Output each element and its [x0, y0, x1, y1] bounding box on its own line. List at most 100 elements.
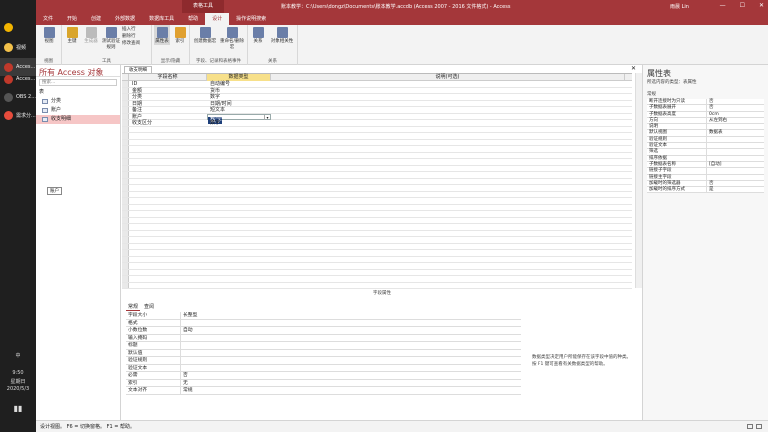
- modify-lookup-button[interactable]: 修改查阅: [122, 41, 152, 47]
- nav-search-input[interactable]: 搜索...: [39, 79, 117, 86]
- row-selector[interactable]: [122, 263, 129, 269]
- tray-time[interactable]: 9:50: [0, 370, 36, 376]
- property-sheet-value[interactable]: [707, 156, 709, 161]
- create-data-macro-button[interactable]: 创建数据宏: [192, 25, 218, 45]
- row-selector[interactable]: [122, 276, 129, 282]
- row-selector[interactable]: [122, 250, 129, 256]
- nav-table-item[interactable]: 收支明细: [36, 115, 120, 124]
- vertical-scrollbar[interactable]: [635, 73, 642, 288]
- property-sheet-value[interactable]: 是: [707, 187, 714, 192]
- property-sheet-value[interactable]: [自动]: [707, 162, 722, 167]
- property-row[interactable]: 小数位数 自动: [126, 327, 521, 335]
- property-sheet-tab-general[interactable]: 常规: [647, 91, 764, 97]
- property-row[interactable]: 索引无: [126, 379, 521, 387]
- nav-table-item[interactable]: 分类: [36, 97, 120, 106]
- row-selector[interactable]: [122, 282, 129, 288]
- row-selector[interactable]: [122, 256, 129, 262]
- property-sheet-row[interactable]: 加载时的排序方式是: [647, 187, 764, 194]
- property-row[interactable]: 字段大小 长整型: [126, 312, 521, 320]
- property-value[interactable]: 否: [181, 372, 188, 379]
- property-value[interactable]: [181, 357, 183, 364]
- notification-icon[interactable]: ▮▮: [0, 404, 36, 413]
- builder-button[interactable]: 生成器: [82, 25, 100, 45]
- property-sheet-value[interactable]: [707, 175, 709, 180]
- row-selector[interactable]: [122, 87, 129, 93]
- close-button[interactable]: ✕: [759, 2, 764, 9]
- tray-lang[interactable]: 中: [0, 352, 36, 359]
- datasheet-view-icon[interactable]: [747, 424, 753, 429]
- property-value[interactable]: 自动: [181, 327, 193, 334]
- row-selector[interactable]: [122, 224, 129, 230]
- property-sheet-value[interactable]: [707, 149, 709, 154]
- row-selector[interactable]: [122, 94, 129, 100]
- row-selector[interactable]: [122, 113, 129, 119]
- property-value[interactable]: [181, 350, 183, 357]
- property-row[interactable]: 标题: [126, 342, 521, 350]
- row-selector[interactable]: [122, 204, 129, 210]
- taskbar-app-3[interactable]: Acces...: [0, 70, 36, 88]
- row-selector[interactable]: [122, 243, 129, 249]
- tab-general[interactable]: 常规: [126, 303, 141, 311]
- menu-tab-2[interactable]: 创建: [84, 13, 108, 25]
- row-selector[interactable]: [122, 198, 129, 204]
- delete-row-button[interactable]: 删除行: [122, 34, 152, 40]
- property-sheet-value[interactable]: 否: [707, 181, 714, 186]
- property-row[interactable]: 格式: [126, 319, 521, 327]
- minimize-button[interactable]: —: [720, 2, 726, 9]
- row-selector[interactable]: [122, 152, 129, 158]
- property-sheet-value[interactable]: [707, 124, 709, 129]
- property-sheet-value[interactable]: [707, 137, 709, 142]
- nav-table-item[interactable]: 账户: [36, 106, 120, 115]
- row-selector[interactable]: [122, 133, 129, 139]
- view-button[interactable]: 视图: [38, 25, 60, 45]
- property-sheet-value[interactable]: [707, 168, 709, 173]
- row-selector[interactable]: [122, 146, 129, 152]
- row-selector[interactable]: [122, 120, 129, 126]
- row-selector[interactable]: [122, 107, 129, 113]
- property-value[interactable]: 长整型: [181, 312, 197, 319]
- menu-tab-3[interactable]: 外部数据: [108, 13, 142, 25]
- tray-weekday[interactable]: 星期日: [0, 378, 36, 385]
- menu-tab-0[interactable]: 文件: [36, 13, 60, 25]
- row-selector[interactable]: [122, 159, 129, 165]
- insert-row-button[interactable]: 插入行: [122, 27, 152, 33]
- menu-tab-4[interactable]: 数据库工具: [142, 13, 181, 25]
- property-row[interactable]: 必需否: [126, 372, 521, 380]
- row-selector[interactable]: [122, 172, 129, 178]
- property-sheet-button[interactable]: 属性表: [154, 25, 170, 45]
- maximize-button[interactable]: ☐: [740, 2, 745, 9]
- rename-delete-macro-button[interactable]: 重命名/删除宏: [218, 25, 246, 51]
- taskbar-app-5[interactable]: 需求分...: [0, 106, 36, 124]
- row-selector[interactable]: [122, 100, 129, 106]
- row-selector[interactable]: [122, 230, 129, 236]
- property-row[interactable]: 默认值: [126, 349, 521, 357]
- row-selector[interactable]: [122, 191, 129, 197]
- row-selector[interactable]: [122, 237, 129, 243]
- taskbar-app-1[interactable]: 视频: [0, 38, 36, 56]
- property-row[interactable]: 输入掩码: [126, 334, 521, 342]
- relationships-button[interactable]: 关系: [250, 25, 266, 45]
- property-sheet-value[interactable]: [707, 143, 709, 148]
- property-sheet-value[interactable]: 数据表: [707, 130, 723, 135]
- menu-tab-6[interactable]: 设计: [205, 13, 230, 25]
- primary-key-button[interactable]: 主键: [64, 25, 80, 45]
- property-value[interactable]: 无: [181, 380, 188, 387]
- taskbar-app-0[interactable]: [0, 18, 36, 36]
- document-tab[interactable]: 收支明细: [124, 66, 152, 73]
- tab-lookup[interactable]: 查阅: [142, 303, 156, 311]
- row-selector[interactable]: [122, 81, 129, 87]
- object-dependencies-button[interactable]: 对象相关性: [268, 25, 296, 45]
- property-sheet-value[interactable]: 否: [707, 99, 714, 104]
- row-selector[interactable]: [122, 211, 129, 217]
- menu-tab-1[interactable]: 开始: [60, 13, 84, 25]
- property-value[interactable]: 常规: [181, 387, 193, 394]
- close-document-icon[interactable]: ✕: [631, 65, 636, 72]
- taskbar-app-4[interactable]: OBS 2...: [0, 88, 36, 106]
- row-selector[interactable]: [122, 217, 129, 223]
- property-value[interactable]: [181, 320, 183, 327]
- row-selector[interactable]: [122, 139, 129, 145]
- property-row[interactable]: 验证文本: [126, 364, 521, 372]
- nav-pane-title[interactable]: 所有 Access 对象: [36, 65, 120, 77]
- property-value[interactable]: [181, 365, 183, 372]
- indexes-button[interactable]: 索引: [172, 25, 188, 45]
